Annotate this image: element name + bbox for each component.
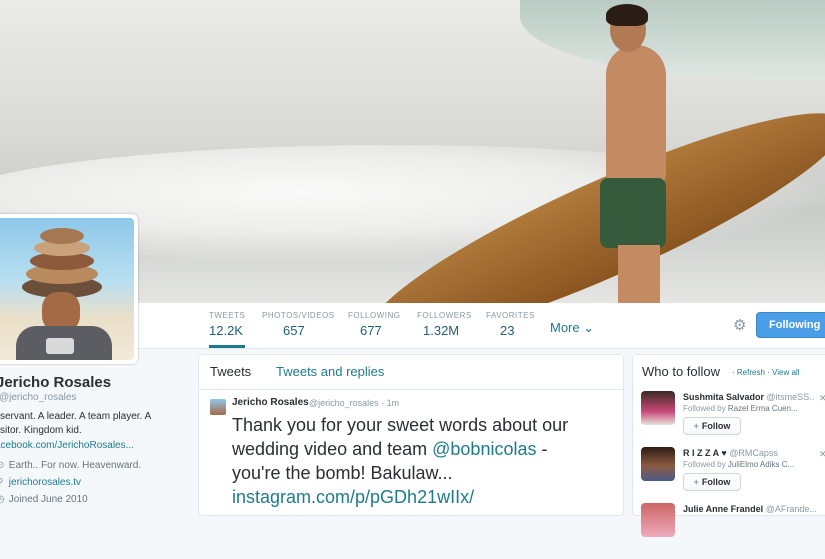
stat-following[interactable]: FOLLOWING 677: [348, 311, 401, 338]
stat-value: 677: [360, 323, 382, 338]
hat-stack: [40, 228, 84, 244]
tweet-avatar[interactable]: [210, 399, 226, 415]
stat-label: FOLLOWING: [348, 311, 401, 320]
tweet-line: you're the bomb! Bakulaw...: [232, 463, 453, 483]
stat-value: 1.32M: [423, 323, 460, 338]
suggestion-fullname: Julie Anne Frandel: [683, 504, 764, 514]
stat-value: 12.2K: [209, 323, 243, 338]
tweet-url[interactable]: instagram.com/p/pGDh21wIIx/: [232, 485, 612, 509]
stat-value: 657: [283, 323, 305, 338]
calendar-icon: ◷: [0, 494, 5, 505]
camera-icon: [46, 338, 74, 354]
tweet-line: Thank you for your sweet words about our: [232, 415, 569, 435]
profile-handle[interactable]: @jericho_rosales: [0, 392, 76, 403]
stat-photos-videos[interactable]: PHOTOS/VIDEOS 657: [262, 311, 335, 338]
suggestion-item: Julie Anne Frandel @AFrande...: [641, 503, 825, 559]
view-all-link[interactable]: · View all: [767, 368, 799, 377]
suggestion-item: Sushmita Salvador @itsmeSS.. Followed by…: [641, 391, 825, 447]
stat-label: FAVORITES: [486, 311, 535, 320]
stat-followers[interactable]: FOLLOWERS 1.32M: [417, 311, 472, 338]
refresh-link[interactable]: · Refresh: [732, 368, 765, 377]
followed-by-prefix: Followed by: [683, 460, 728, 469]
following-button[interactable]: Following: [756, 312, 825, 338]
suggestion-avatar[interactable]: [641, 503, 675, 537]
gear-icon[interactable]: ⚙: [733, 316, 746, 334]
surfer-torso: [606, 45, 666, 185]
tweet-author-name[interactable]: Jericho Rosales: [232, 397, 309, 408]
suggestion-item: R I Z Z A ♥ @RMCapss Followed by JuliElm…: [641, 447, 825, 503]
more-menu[interactable]: More ⌄: [550, 320, 594, 336]
chevron-down-icon: ⌄: [583, 320, 595, 335]
who-to-follow-links: · Refresh · View all: [732, 368, 799, 377]
header-wave-top: [520, 0, 825, 80]
suggestion-fullname: R I Z Z A ♥: [683, 448, 727, 458]
follow-button[interactable]: + Follow: [683, 417, 741, 435]
more-label: More: [550, 320, 580, 335]
bio-line: servant. A leader. A team player. A: [0, 411, 152, 422]
followed-by-name[interactable]: JuliElmo Adiks C...: [728, 460, 794, 469]
follow-label: Follow: [701, 421, 731, 431]
follow-button[interactable]: + Follow: [683, 473, 741, 491]
stat-label: FOLLOWERS: [417, 311, 472, 320]
tweets-timeline: Tweets Tweets and replies Jericho Rosale…: [198, 354, 624, 516]
suggestion-avatar[interactable]: [641, 391, 675, 425]
bio-line: sitor. Kingdom kid.: [0, 425, 82, 436]
close-icon[interactable]: ✕: [819, 393, 825, 404]
profile-name: Jericho Rosales: [0, 374, 112, 391]
stat-label: PHOTOS/VIDEOS: [262, 311, 335, 320]
profile-joined: ◷ Joined June 2010: [0, 494, 88, 505]
tweet-text-span: wedding video and team: [232, 439, 433, 459]
tab-tweets[interactable]: Tweets: [210, 364, 251, 379]
profile-bio: servant. A leader. A team player. A sito…: [0, 410, 185, 438]
profile-location: ⊙ Earth.. For now. Heavenward.: [0, 460, 141, 471]
location-text: Earth.. For now. Heavenward.: [8, 460, 142, 471]
tweet-text-span: -: [536, 439, 548, 459]
close-icon[interactable]: ✕: [819, 449, 825, 460]
follow-label: Follow: [701, 477, 731, 487]
who-to-follow-title: Who to follow: [642, 364, 721, 379]
avatar[interactable]: [0, 214, 138, 364]
surfer-hair: [606, 4, 648, 26]
stat-label: TWEETS: [209, 311, 246, 320]
surfer-legs: [618, 245, 660, 303]
suggestion-name[interactable]: Sushmita Salvador @itsmeSS..: [683, 392, 814, 402]
suggestion-handle: @RMCapss: [729, 448, 778, 458]
joined-text: Joined June 2010: [8, 494, 88, 505]
suggestion-name[interactable]: Julie Anne Frandel @AFrande...: [683, 504, 817, 514]
suggestion-handle: @AFrande...: [765, 504, 817, 514]
suggestion-handle: @itsmeSS..: [766, 392, 815, 402]
followed-by-prefix: Followed by: [683, 404, 728, 413]
add-user-icon: +: [693, 421, 699, 431]
tweet-mention[interactable]: @bobnicolas: [432, 439, 536, 459]
suggestion-avatar[interactable]: [641, 447, 675, 481]
timeline-tabs: Tweets Tweets and replies: [199, 355, 623, 390]
suggestion-name[interactable]: R I Z Z A ♥ @RMCapss: [683, 448, 778, 458]
who-to-follow-panel: Who to follow · Refresh · View all Sushm…: [632, 354, 825, 537]
stat-tweets[interactable]: TWEETS 12.2K: [209, 311, 246, 348]
suggestion-followed-by: Followed by JuliElmo Adiks C...: [683, 460, 794, 469]
tweet-author-handle[interactable]: @jericho_rosales · 1m: [309, 398, 399, 408]
suggestion-followed-by: Followed by Razel Erma Cuen...: [683, 404, 798, 413]
map-pin-icon: ⊙: [0, 460, 5, 471]
add-user-icon: +: [693, 477, 699, 487]
stat-value: 23: [500, 323, 515, 338]
followed-by-name[interactable]: Razel Erma Cuen...: [728, 404, 798, 413]
website-link[interactable]: jerichorosales.tv: [9, 477, 81, 488]
surfer-shorts: [600, 178, 666, 248]
suggestion-fullname: Sushmita Salvador: [683, 392, 765, 402]
stat-favorites[interactable]: FAVORITES 23: [486, 311, 535, 338]
bio-facebook-link[interactable]: acebook.com/JerichoRosales...: [0, 440, 134, 451]
tab-tweets-and-replies[interactable]: Tweets and replies: [276, 364, 384, 379]
avatar-photo: [0, 218, 134, 360]
profile-website: ⚲ jerichorosales.tv: [0, 477, 81, 488]
tweet-line: wedding video and team @bobnicolas -: [232, 437, 612, 461]
tweet-text: Thank you for your sweet words about our…: [232, 413, 612, 509]
link-icon: ⚲: [0, 477, 6, 488]
